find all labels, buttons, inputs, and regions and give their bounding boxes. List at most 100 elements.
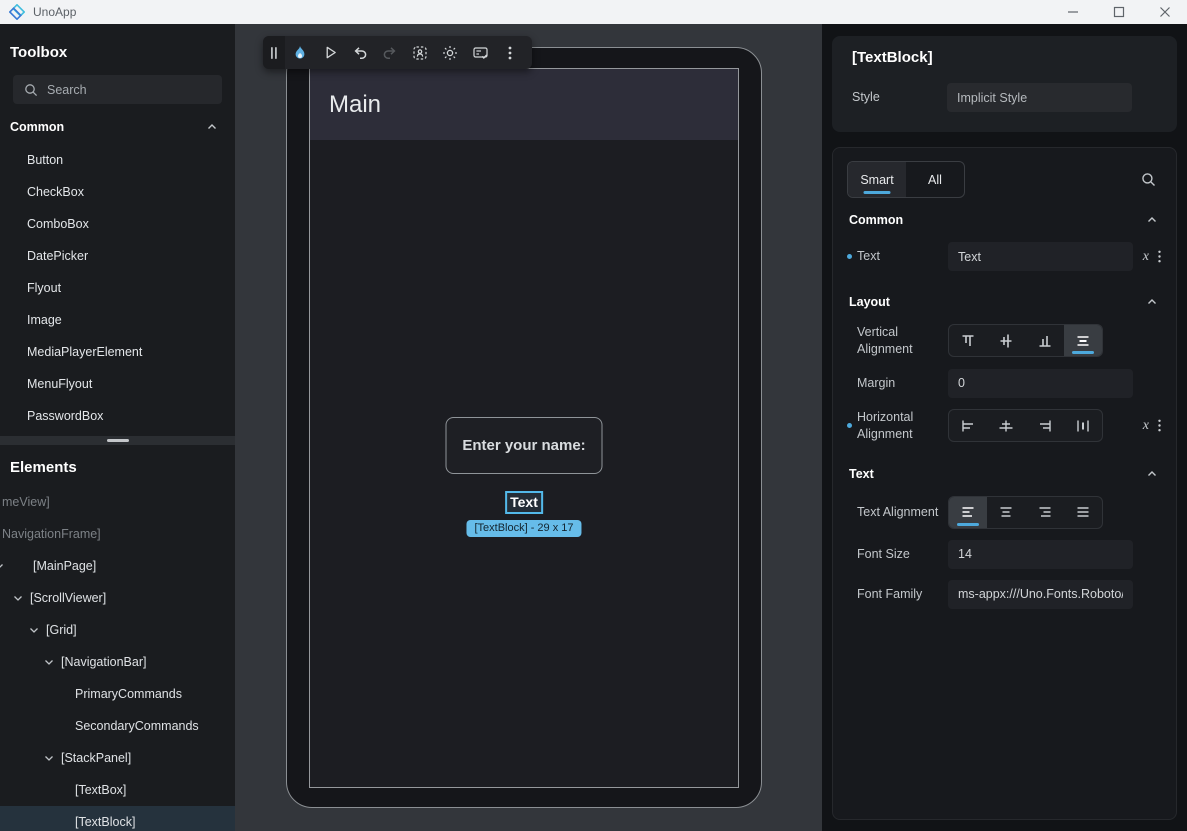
section-common[interactable]: Common [847, 200, 1162, 231]
toolbox-section-common[interactable]: Common [0, 104, 235, 144]
tab-all[interactable]: All [906, 162, 964, 197]
toolbox-item-menuflyout[interactable]: MenuFlyout [0, 368, 235, 400]
toolbox-item-passwordbox[interactable]: PasswordBox [0, 400, 235, 432]
toolbox-section-label: Common [10, 120, 64, 134]
toolbox-item-checkbox[interactable]: CheckBox [0, 176, 235, 208]
toolbox-search-input[interactable] [47, 83, 211, 97]
chevron-down-icon[interactable] [28, 624, 40, 636]
more-options-kebab-icon[interactable] [495, 36, 525, 69]
tree-item-navigationframe[interactable]: NavigationFrame] [0, 518, 235, 550]
element-picker-icon[interactable] [405, 36, 435, 69]
text-alignment-label: Text Alignment [847, 504, 948, 521]
text-align-center-icon[interactable] [987, 497, 1025, 528]
text-align-left-icon[interactable] [949, 497, 987, 528]
toolbar-drag-handle-icon[interactable] [263, 36, 285, 69]
margin-label: Margin [847, 375, 948, 392]
tree-item-textblock[interactable]: [TextBlock] [0, 806, 235, 831]
minimize-button[interactable] [1067, 6, 1079, 18]
font-size-input[interactable] [948, 540, 1133, 569]
font-family-input[interactable] [948, 580, 1133, 609]
property-options-kebab-icon[interactable] [1158, 250, 1161, 263]
device-frame: Main Enter your name: Text [TextBlock] -… [286, 47, 762, 808]
property-row-font-size: Font Size [847, 540, 1162, 569]
textblock-text: Text [510, 494, 538, 510]
section-layout[interactable]: Layout [847, 282, 1162, 313]
navigation-bar[interactable]: Main [310, 69, 738, 140]
page-content: Enter your name: Text [TextBlock] - 29 x… [310, 140, 738, 787]
halign-center-icon[interactable] [987, 410, 1025, 441]
text-property-label: Text [847, 248, 948, 265]
valign-center-icon[interactable] [987, 325, 1025, 356]
property-tabs: Smart All [847, 161, 965, 198]
design-canvas[interactable]: Main Enter your name: Text [TextBlock] -… [235, 24, 822, 831]
tree-item-textbox[interactable]: [TextBox] [0, 774, 235, 806]
text-align-justify-icon[interactable] [1064, 497, 1102, 528]
text-property-input[interactable] [948, 242, 1133, 271]
toolbox-item-datepicker[interactable]: DatePicker [0, 240, 235, 272]
chevron-down-icon[interactable] [43, 656, 55, 668]
tree-item-navigationbar[interactable]: [NavigationBar] [0, 646, 235, 678]
chevron-up-icon [1146, 296, 1158, 308]
halign-left-icon[interactable] [949, 410, 987, 441]
redo-button[interactable] [375, 36, 405, 69]
selected-element-card: [TextBlock] Style [832, 36, 1177, 132]
hot-design-flame-icon[interactable] [285, 36, 315, 69]
toolbox-title: Toolbox [0, 24, 235, 71]
selection-size-badge: [TextBlock] - 29 x 17 [466, 520, 581, 537]
search-icon [24, 83, 38, 97]
toolbox-item-image[interactable]: Image [0, 304, 235, 336]
toolbox-item-list: Button CheckBox ComboBox DatePicker Flyo… [0, 144, 235, 436]
tree-item-frameview[interactable]: meView] [0, 486, 235, 518]
designed-textbox[interactable]: Enter your name: [446, 417, 603, 474]
undo-button[interactable] [345, 36, 375, 69]
property-row-margin: Margin [847, 369, 1162, 398]
margin-input[interactable] [948, 369, 1133, 398]
toolbox-item-mediaplayerelement[interactable]: MediaPlayerElement [0, 336, 235, 368]
halign-stretch-icon[interactable] [1064, 410, 1102, 441]
property-row-vertical-alignment: Vertical Alignment [847, 324, 1162, 358]
elements-title: Elements [0, 445, 235, 486]
uno-logo-icon [9, 4, 25, 20]
style-input[interactable] [947, 83, 1132, 112]
left-sidebar: Toolbox Common Button CheckBox ComboBox … [0, 24, 235, 831]
style-label: Style [852, 89, 947, 106]
tree-item-mainpage[interactable]: [MainPage] [0, 550, 235, 582]
tree-item-grid[interactable]: [Grid] [0, 614, 235, 646]
markup-binding-icon[interactable]: x [1143, 418, 1149, 434]
splitter-grip [107, 439, 129, 442]
theme-toggle-sun-icon[interactable] [435, 36, 465, 69]
toolbox-item-button[interactable]: Button [0, 144, 235, 176]
designed-textblock-selected[interactable]: Text [505, 491, 543, 514]
close-button[interactable] [1159, 6, 1171, 18]
panel-settings-check-icon[interactable] [465, 36, 495, 69]
panel-splitter[interactable] [0, 436, 235, 445]
property-row-horizontal-alignment: Horizontal Alignment x [847, 409, 1162, 443]
markup-binding-icon[interactable]: x [1143, 249, 1149, 265]
chevron-down-icon[interactable] [12, 592, 24, 604]
tree-item-primarycommands[interactable]: PrimaryCommands [0, 678, 235, 710]
chevron-down-icon[interactable] [0, 560, 5, 572]
tree-item-stackpanel[interactable]: [StackPanel] [0, 742, 235, 774]
valign-bottom-icon[interactable] [1026, 325, 1064, 356]
halign-right-icon[interactable] [1026, 410, 1064, 441]
chevron-down-icon[interactable] [43, 752, 55, 764]
valign-top-icon[interactable] [949, 325, 987, 356]
modified-dot-icon [847, 423, 852, 428]
property-search-icon[interactable] [1141, 172, 1162, 187]
valign-stretch-icon[interactable] [1064, 325, 1102, 356]
toolbox-item-flyout[interactable]: Flyout [0, 272, 235, 304]
horizontal-alignment-group [948, 409, 1103, 442]
text-align-right-icon[interactable] [1026, 497, 1064, 528]
tree-item-secondarycommands[interactable]: SecondaryCommands [0, 710, 235, 742]
play-button[interactable] [315, 36, 345, 69]
maximize-button[interactable] [1113, 6, 1125, 18]
tab-smart[interactable]: Smart [848, 162, 906, 197]
toolbox-item-combobox[interactable]: ComboBox [0, 208, 235, 240]
property-options-kebab-icon[interactable] [1158, 419, 1161, 432]
tree-item-scrollviewer[interactable]: [ScrollViewer] [0, 582, 235, 614]
property-row-font-family: Font Family [847, 580, 1162, 609]
toolbox-search[interactable] [13, 75, 222, 104]
design-toolbar [263, 36, 532, 69]
elements-tree: meView] NavigationFrame] [MainPage] [Scr… [0, 486, 235, 831]
section-text[interactable]: Text [847, 454, 1162, 485]
